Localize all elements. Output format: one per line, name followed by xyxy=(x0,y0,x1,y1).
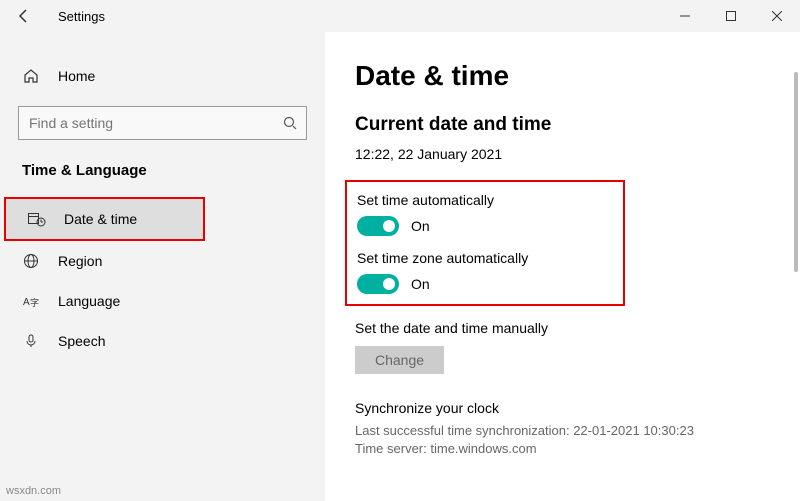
maximize-button[interactable] xyxy=(708,0,754,32)
main-panel: Date & time Current date and time 12:22,… xyxy=(325,32,800,501)
set-zone-auto-block: Set time zone automatically On xyxy=(357,250,563,294)
nav-item-label: Date & time xyxy=(64,211,137,227)
language-icon: A字 xyxy=(22,293,40,309)
current-datetime-value: 12:22, 22 January 2021 xyxy=(355,146,780,162)
back-button[interactable] xyxy=(8,0,40,32)
set-time-auto-toggle[interactable] xyxy=(357,216,399,236)
change-button[interactable]: Change xyxy=(355,346,444,374)
maximize-icon xyxy=(726,11,736,21)
content-area: Home Time & Language Date & time Region xyxy=(0,32,800,501)
category-header: Time & Language xyxy=(0,154,325,197)
scrollbar-thumb[interactable] xyxy=(794,72,798,272)
set-zone-auto-label: Set time zone automatically xyxy=(357,250,563,266)
sidebar: Home Time & Language Date & time Region xyxy=(0,32,325,501)
window-controls xyxy=(662,0,800,32)
nav-item-date-time[interactable]: Date & time xyxy=(6,199,203,239)
nav-item-region[interactable]: Region xyxy=(0,241,325,281)
search-container xyxy=(18,106,307,140)
section-current-datetime: Current date and time xyxy=(355,114,780,136)
arrow-left-icon xyxy=(16,8,32,24)
search-input[interactable] xyxy=(18,106,307,140)
nav-item-label: Region xyxy=(58,253,102,269)
set-time-auto-label: Set time automatically xyxy=(357,192,563,208)
nav-item-label: Speech xyxy=(58,333,105,349)
nav-item-speech[interactable]: Speech xyxy=(0,321,325,361)
manual-datetime-label: Set the date and time manually xyxy=(355,320,780,336)
set-time-auto-block: Set time automatically On xyxy=(357,192,563,236)
minimize-button[interactable] xyxy=(662,0,708,32)
globe-icon xyxy=(22,253,40,269)
sync-clock-heading: Synchronize your clock xyxy=(355,400,780,416)
svg-text:字: 字 xyxy=(30,297,39,308)
annotation-highlight-sidebar: Date & time xyxy=(4,197,205,241)
home-nav[interactable]: Home xyxy=(0,56,325,96)
sync-last-success: Last successful time synchronization: 22… xyxy=(355,422,780,440)
home-label: Home xyxy=(58,68,95,84)
annotation-highlight-toggles: Set time automatically On Set time zone … xyxy=(345,180,625,306)
titlebar: Settings xyxy=(0,0,800,32)
set-zone-auto-toggle[interactable] xyxy=(357,274,399,294)
svg-text:A: A xyxy=(23,297,30,308)
microphone-icon xyxy=(22,333,40,349)
sync-server: Time server: time.windows.com xyxy=(355,440,780,458)
close-icon xyxy=(772,11,782,21)
set-time-auto-state: On xyxy=(411,218,430,234)
watermark: wsxdn.com xyxy=(6,485,61,497)
set-zone-auto-state: On xyxy=(411,276,430,292)
window-title: Settings xyxy=(58,9,105,24)
minimize-icon xyxy=(680,11,690,21)
search-icon xyxy=(283,116,297,130)
home-icon xyxy=(22,68,40,84)
clock-calendar-icon xyxy=(28,211,46,227)
close-button[interactable] xyxy=(754,0,800,32)
nav-item-label: Language xyxy=(58,293,120,309)
nav-item-language[interactable]: A字 Language xyxy=(0,281,325,321)
page-title: Date & time xyxy=(355,60,780,92)
